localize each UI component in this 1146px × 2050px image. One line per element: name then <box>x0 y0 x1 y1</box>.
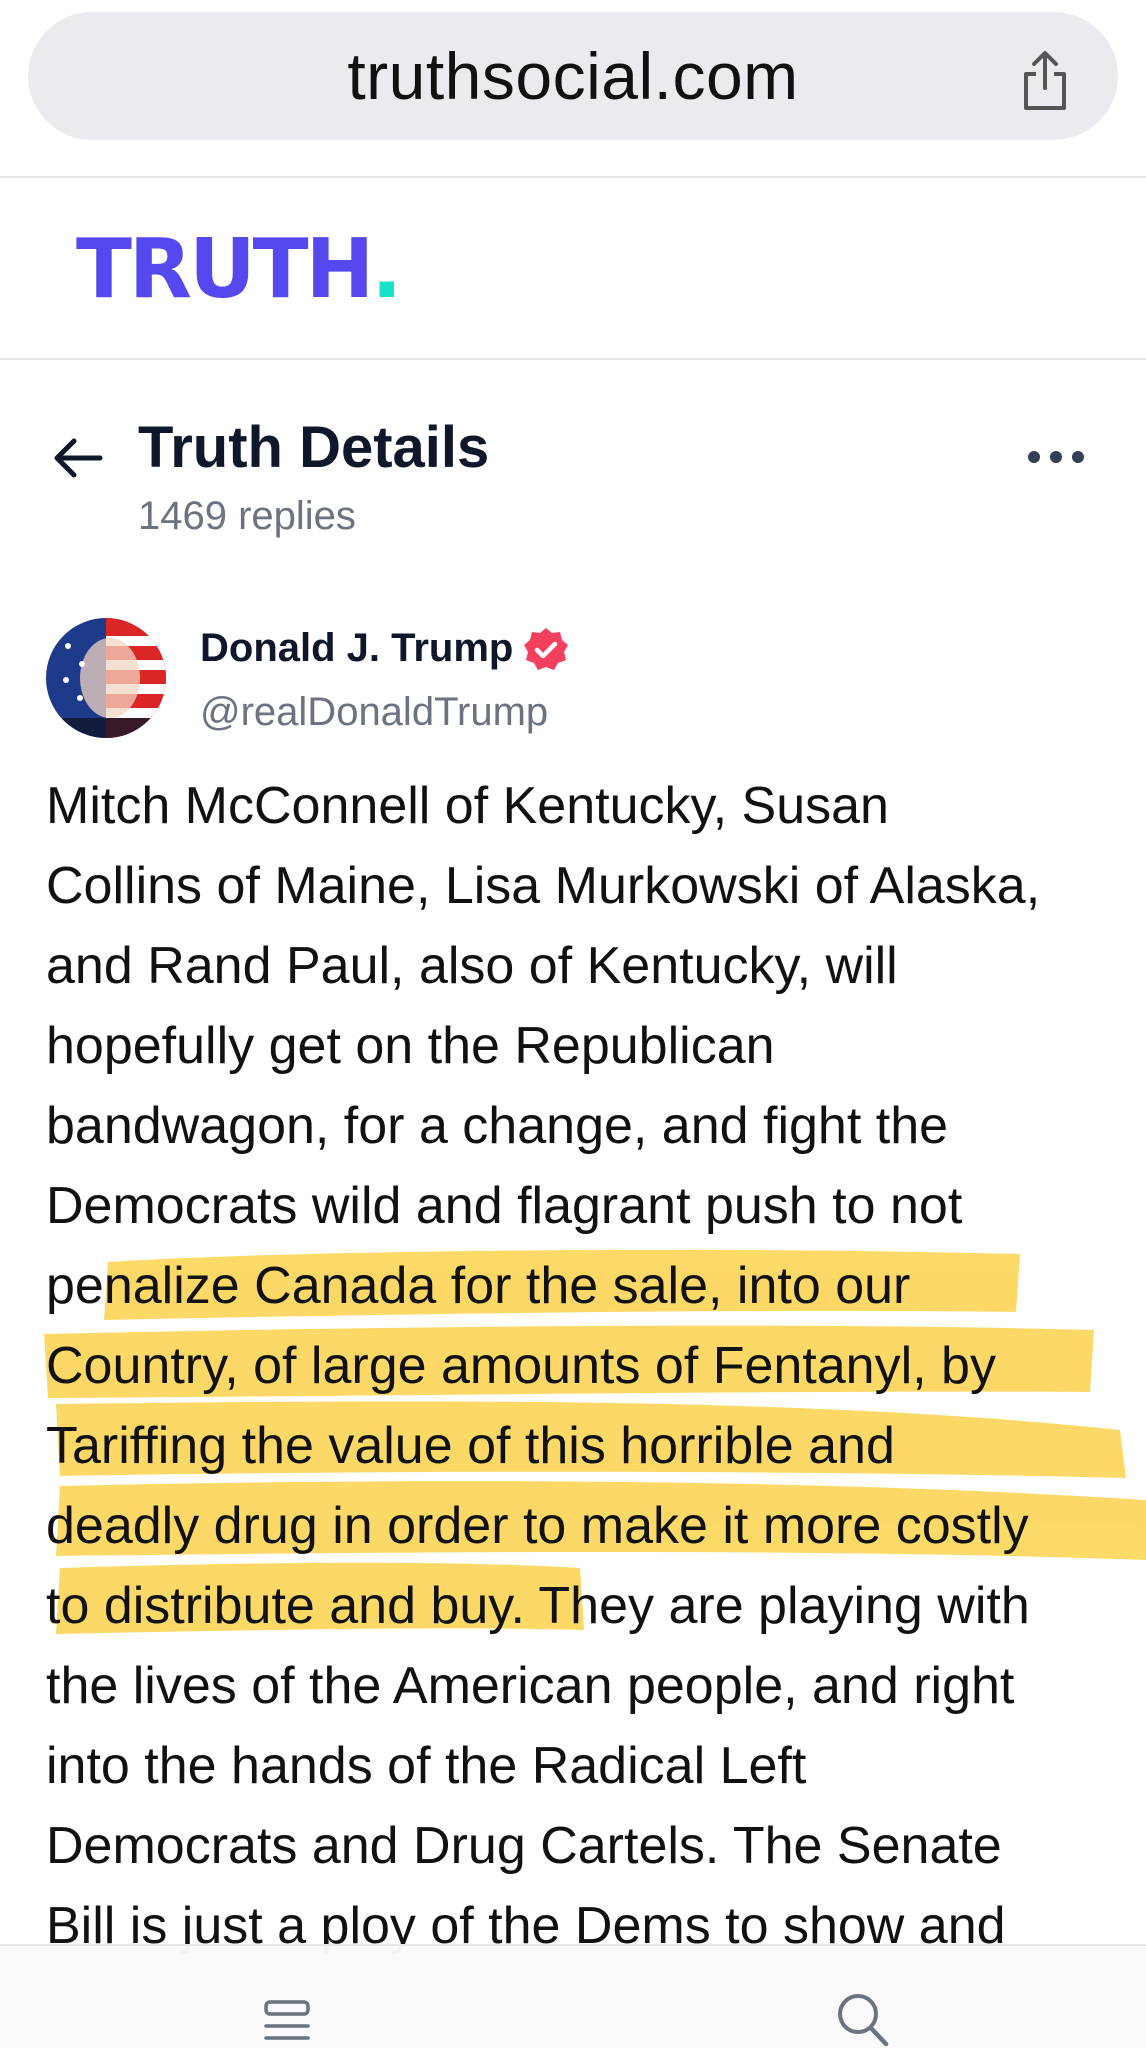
avatar-image <box>46 618 166 738</box>
browser-address-bar: truthsocial.com <box>0 0 1146 178</box>
page-title: Truth Details <box>138 415 490 480</box>
site-header: TRUTH. <box>0 180 1146 360</box>
logo-dot: . <box>371 222 402 317</box>
arrow-left-icon[interactable] <box>48 428 108 488</box>
feed-icon[interactable] <box>262 1996 312 2046</box>
truth-logo[interactable]: TRUTH. <box>76 222 402 317</box>
logo-text: TRUTH <box>76 222 374 317</box>
url-text: truthsocial.com <box>347 39 799 113</box>
post-content: Mitch McConnell of Kentucky, Susan Colli… <box>46 777 1041 1955</box>
more-horizontal-icon[interactable] <box>1026 442 1086 472</box>
bottom-navigation <box>0 1944 1146 2048</box>
author-handle[interactable]: @realDonaldTrump <box>200 690 548 735</box>
reply-count: 1469 replies <box>138 494 356 538</box>
author-name[interactable]: Donald J. Trump <box>200 626 513 671</box>
share-icon[interactable] <box>1010 46 1080 116</box>
verified-badge-icon <box>524 628 568 670</box>
avatar[interactable] <box>46 618 166 738</box>
search-icon[interactable] <box>834 1990 890 2050</box>
url-field[interactable]: truthsocial.com <box>28 12 1118 140</box>
truth-details-header: Truth Details 1469 replies <box>0 410 1146 550</box>
